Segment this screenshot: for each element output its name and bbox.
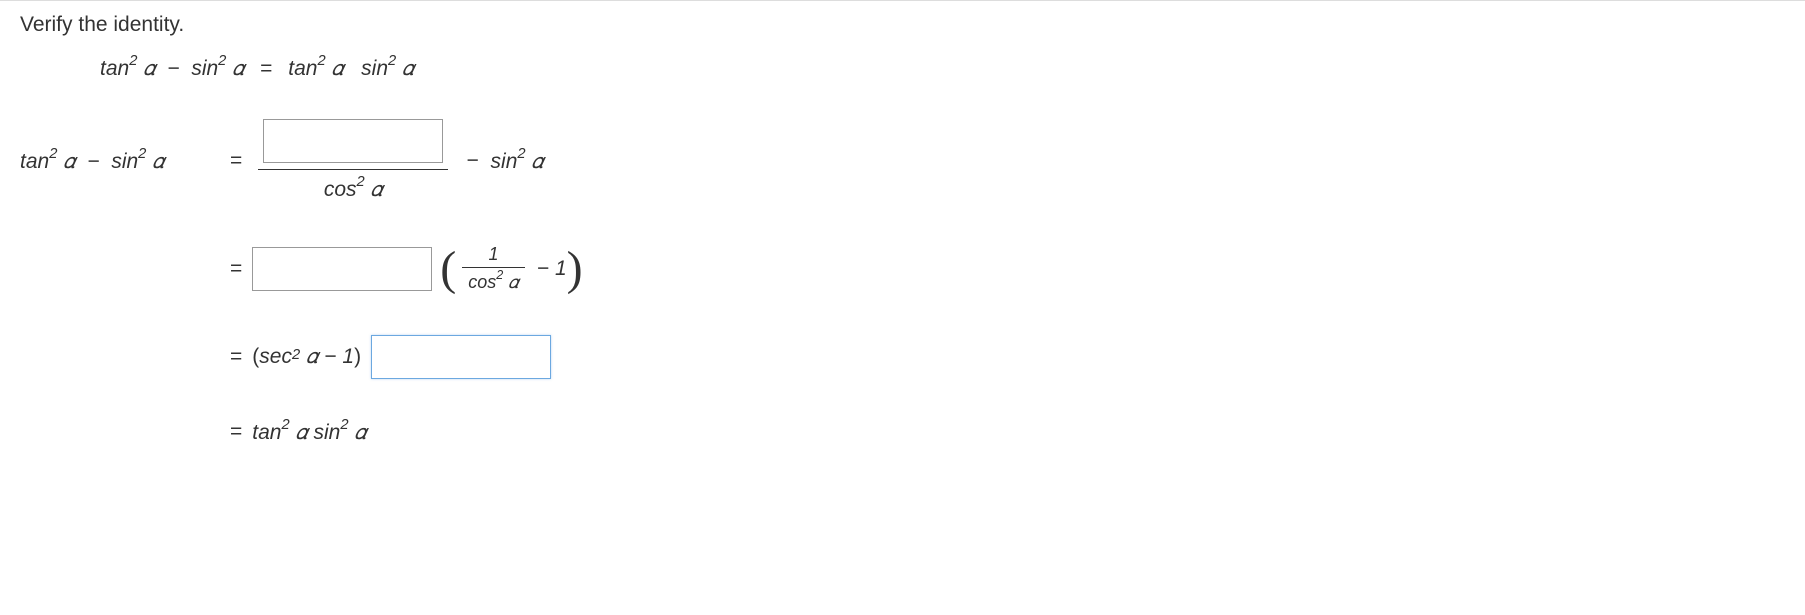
sin-text: sin — [361, 57, 388, 80]
answer-input-1[interactable] — [263, 119, 443, 163]
fraction: cos2 𝛼 — [258, 119, 448, 202]
step1-lhs: tan2 𝛼 − sin2 𝛼 — [20, 148, 220, 174]
minus: − — [537, 257, 549, 281]
alpha: 𝛼 — [295, 421, 307, 444]
equals: = — [230, 345, 242, 369]
exponent: 2 — [138, 146, 146, 162]
tan-text: tan — [288, 57, 317, 80]
step-2: = ( 1 cos2 𝛼 − 1 ) — [20, 242, 1785, 295]
alpha: 𝛼 — [63, 150, 75, 173]
answer-input-3[interactable] — [371, 335, 551, 379]
step2-rhs: ( 1 cos2 𝛼 − 1 ) — [252, 242, 582, 295]
answer-input-2[interactable] — [252, 247, 432, 291]
sin-text: sin — [191, 57, 218, 80]
equals: = — [230, 420, 242, 444]
alpha: 𝛼 — [354, 421, 366, 444]
prompt-text: Verify the identity. — [20, 13, 1785, 37]
exponent: 2 — [517, 146, 525, 162]
exponent: 2 — [496, 268, 503, 282]
right-paren: ) — [567, 245, 583, 293]
step-1: tan2 𝛼 − sin2 𝛼 = cos2 𝛼 − — [20, 119, 1785, 202]
alpha: 𝛼 — [143, 57, 155, 80]
exponent: 2 — [292, 347, 300, 363]
alpha: 𝛼 — [332, 57, 344, 80]
proof-steps: tan2 𝛼 − sin2 𝛼 = cos2 𝛼 − — [20, 119, 1785, 445]
alpha: 𝛼 — [371, 178, 383, 201]
minus: − — [167, 57, 179, 80]
sin-text: sin — [491, 150, 518, 173]
sin-text: sin — [111, 150, 138, 173]
sin-text: sin — [313, 421, 340, 444]
alpha: 𝛼 — [531, 150, 543, 173]
equals: = — [230, 149, 242, 173]
exponent: 2 — [357, 174, 365, 190]
sec-text: sec — [259, 345, 292, 369]
exponent: 2 — [340, 417, 348, 433]
left-paren: ( — [440, 245, 456, 293]
tan-text: tan — [100, 57, 129, 80]
alpha: 𝛼 — [152, 150, 164, 173]
exponent: 2 — [218, 53, 226, 69]
exponent: 2 — [281, 417, 289, 433]
step3-rhs: (sec2 𝛼 − 1) — [252, 335, 551, 379]
one: 1 — [555, 257, 567, 281]
cos-text: cos — [468, 272, 496, 292]
alpha: 𝛼 — [508, 272, 518, 292]
minus: − — [466, 149, 478, 173]
step-4: = tan2 𝛼 sin2 𝛼 — [20, 419, 1785, 445]
tan-text: tan — [252, 421, 281, 444]
equals: = — [260, 57, 272, 80]
fraction: 1 cos2 𝛼 — [462, 242, 524, 295]
alpha: 𝛼 — [232, 57, 244, 80]
cos-text: cos — [324, 178, 357, 201]
exponent: 2 — [129, 53, 137, 69]
equals: = — [230, 257, 242, 281]
minus: − — [324, 345, 336, 369]
numerator-1: 1 — [482, 242, 504, 267]
exponent: 2 — [317, 53, 325, 69]
step4-rhs: tan2 𝛼 sin2 𝛼 — [252, 419, 366, 445]
minus: − — [87, 150, 99, 173]
alpha: 𝛼 — [306, 345, 318, 369]
step-3: = (sec2 𝛼 − 1) — [20, 335, 1785, 379]
exponent: 2 — [49, 146, 57, 162]
alpha: 𝛼 — [402, 57, 414, 80]
question-container: Verify the identity. tan2 𝛼 − sin2 𝛼 = t… — [0, 0, 1805, 497]
identity-equation: tan2 𝛼 − sin2 𝛼 = tan2 𝛼 sin2 𝛼 — [100, 55, 1785, 81]
one: 1 — [342, 345, 354, 369]
step1-rhs: cos2 𝛼 − sin2 𝛼 — [252, 119, 543, 202]
exponent: 2 — [388, 53, 396, 69]
tan-text: tan — [20, 150, 49, 173]
